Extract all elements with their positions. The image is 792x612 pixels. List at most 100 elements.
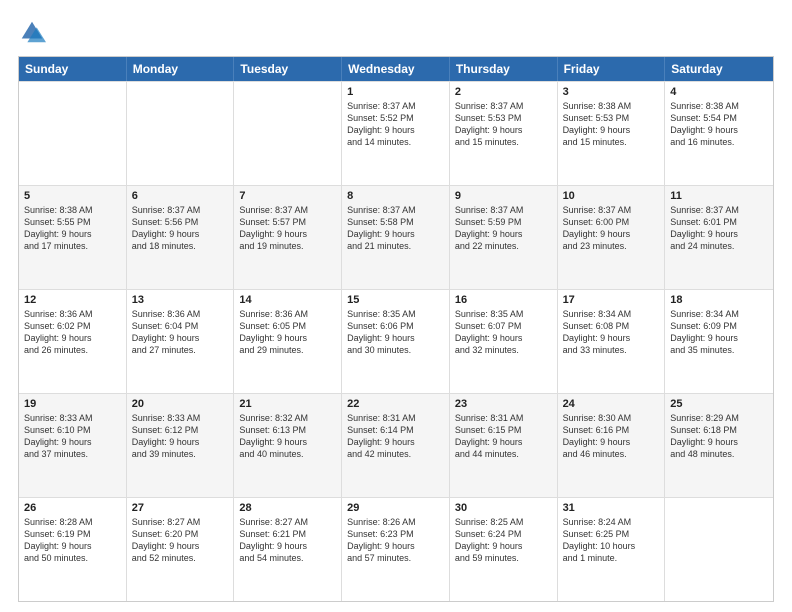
day-info: Sunrise: 8:37 AM Sunset: 5:53 PM Dayligh… [455, 100, 552, 149]
day-info: Sunrise: 8:33 AM Sunset: 6:10 PM Dayligh… [24, 412, 121, 461]
logo-icon [18, 18, 46, 46]
day-info: Sunrise: 8:37 AM Sunset: 5:52 PM Dayligh… [347, 100, 444, 149]
calendar-row: 19 Sunrise: 8:33 AM Sunset: 6:10 PM Dayli… [19, 393, 773, 497]
day-number: 18 [670, 294, 768, 306]
calendar-day-cell: 30 Sunrise: 8:25 AM Sunset: 6:24 PM Dayli… [450, 498, 558, 601]
day-info: Sunrise: 8:29 AM Sunset: 6:18 PM Dayligh… [670, 412, 768, 461]
day-number: 29 [347, 502, 444, 514]
day-number: 7 [239, 190, 336, 202]
day-number: 21 [239, 398, 336, 410]
calendar-row: 26 Sunrise: 8:28 AM Sunset: 6:19 PM Dayli… [19, 497, 773, 601]
day-number: 30 [455, 502, 552, 514]
day-number: 14 [239, 294, 336, 306]
calendar-day-cell: 28 Sunrise: 8:27 AM Sunset: 6:21 PM Dayli… [234, 498, 342, 601]
day-number: 6 [132, 190, 229, 202]
day-info: Sunrise: 8:28 AM Sunset: 6:19 PM Dayligh… [24, 516, 121, 565]
day-info: Sunrise: 8:27 AM Sunset: 6:21 PM Dayligh… [239, 516, 336, 565]
day-number: 3 [563, 86, 660, 98]
day-info: Sunrise: 8:36 AM Sunset: 6:02 PM Dayligh… [24, 308, 121, 357]
calendar-day-cell: 20 Sunrise: 8:33 AM Sunset: 6:12 PM Dayli… [127, 394, 235, 497]
calendar-empty-cell [19, 82, 127, 185]
day-info: Sunrise: 8:36 AM Sunset: 6:04 PM Dayligh… [132, 308, 229, 357]
day-number: 25 [670, 398, 768, 410]
calendar-empty-cell [127, 82, 235, 185]
calendar-day-cell: 18 Sunrise: 8:34 AM Sunset: 6:09 PM Dayli… [665, 290, 773, 393]
day-info: Sunrise: 8:37 AM Sunset: 5:59 PM Dayligh… [455, 204, 552, 253]
day-info: Sunrise: 8:36 AM Sunset: 6:05 PM Dayligh… [239, 308, 336, 357]
day-number: 22 [347, 398, 444, 410]
day-info: Sunrise: 8:35 AM Sunset: 6:06 PM Dayligh… [347, 308, 444, 357]
calendar: SundayMondayTuesdayWednesdayThursdayFrid… [18, 56, 774, 602]
calendar-empty-cell [665, 498, 773, 601]
day-info: Sunrise: 8:37 AM Sunset: 5:57 PM Dayligh… [239, 204, 336, 253]
calendar-day-cell: 13 Sunrise: 8:36 AM Sunset: 6:04 PM Dayli… [127, 290, 235, 393]
day-number: 20 [132, 398, 229, 410]
calendar-day-cell: 26 Sunrise: 8:28 AM Sunset: 6:19 PM Dayli… [19, 498, 127, 601]
calendar-row: 5 Sunrise: 8:38 AM Sunset: 5:55 PM Daylig… [19, 185, 773, 289]
calendar-day-cell: 4Sunrise: 8:38 AM Sunset: 5:54 PM Daylig… [665, 82, 773, 185]
day-number: 26 [24, 502, 121, 514]
day-number: 19 [24, 398, 121, 410]
day-number: 10 [563, 190, 660, 202]
day-number: 13 [132, 294, 229, 306]
calendar-day-cell: 12Sunrise: 8:36 AM Sunset: 6:02 PM Dayli… [19, 290, 127, 393]
calendar-day-cell: 17 Sunrise: 8:34 AM Sunset: 6:08 PM Dayli… [558, 290, 666, 393]
calendar-day-cell: 21 Sunrise: 8:32 AM Sunset: 6:13 PM Dayli… [234, 394, 342, 497]
calendar-row: 12Sunrise: 8:36 AM Sunset: 6:02 PM Dayli… [19, 289, 773, 393]
day-info: Sunrise: 8:31 AM Sunset: 6:15 PM Dayligh… [455, 412, 552, 461]
day-info: Sunrise: 8:30 AM Sunset: 6:16 PM Dayligh… [563, 412, 660, 461]
day-info: Sunrise: 8:31 AM Sunset: 6:14 PM Dayligh… [347, 412, 444, 461]
calendar-day-cell: 9 Sunrise: 8:37 AM Sunset: 5:59 PM Daylig… [450, 186, 558, 289]
day-info: Sunrise: 8:34 AM Sunset: 6:09 PM Dayligh… [670, 308, 768, 357]
calendar-day-cell: 6 Sunrise: 8:37 AM Sunset: 5:56 PM Daylig… [127, 186, 235, 289]
calendar-day-cell: 29 Sunrise: 8:26 AM Sunset: 6:23 PM Dayli… [342, 498, 450, 601]
calendar-row: 1Sunrise: 8:37 AM Sunset: 5:52 PM Daylig… [19, 81, 773, 185]
weekday-header: Friday [558, 57, 666, 81]
day-info: Sunrise: 8:26 AM Sunset: 6:23 PM Dayligh… [347, 516, 444, 565]
day-number: 5 [24, 190, 121, 202]
weekday-header: Sunday [19, 57, 127, 81]
day-info: Sunrise: 8:27 AM Sunset: 6:20 PM Dayligh… [132, 516, 229, 565]
calendar-day-cell: 19 Sunrise: 8:33 AM Sunset: 6:10 PM Dayli… [19, 394, 127, 497]
day-info: Sunrise: 8:25 AM Sunset: 6:24 PM Dayligh… [455, 516, 552, 565]
calendar-day-cell: 25 Sunrise: 8:29 AM Sunset: 6:18 PM Dayli… [665, 394, 773, 497]
weekday-header: Thursday [450, 57, 558, 81]
day-info: Sunrise: 8:38 AM Sunset: 5:53 PM Dayligh… [563, 100, 660, 149]
day-number: 11 [670, 190, 768, 202]
day-info: Sunrise: 8:32 AM Sunset: 6:13 PM Dayligh… [239, 412, 336, 461]
calendar-day-cell: 2 Sunrise: 8:37 AM Sunset: 5:53 PM Daylig… [450, 82, 558, 185]
calendar-day-cell: 23 Sunrise: 8:31 AM Sunset: 6:15 PM Dayli… [450, 394, 558, 497]
day-info: Sunrise: 8:34 AM Sunset: 6:08 PM Dayligh… [563, 308, 660, 357]
calendar-day-cell: 3 Sunrise: 8:38 AM Sunset: 5:53 PM Daylig… [558, 82, 666, 185]
day-number: 8 [347, 190, 444, 202]
calendar-day-cell: 27 Sunrise: 8:27 AM Sunset: 6:20 PM Dayli… [127, 498, 235, 601]
logo [18, 18, 50, 46]
weekday-header: Tuesday [234, 57, 342, 81]
day-info: Sunrise: 8:37 AM Sunset: 5:58 PM Dayligh… [347, 204, 444, 253]
day-info: Sunrise: 8:37 AM Sunset: 6:00 PM Dayligh… [563, 204, 660, 253]
calendar-day-cell: 8 Sunrise: 8:37 AM Sunset: 5:58 PM Daylig… [342, 186, 450, 289]
page-header [18, 18, 774, 46]
day-number: 9 [455, 190, 552, 202]
weekday-header: Monday [127, 57, 235, 81]
day-info: Sunrise: 8:38 AM Sunset: 5:54 PM Dayligh… [670, 100, 768, 149]
calendar-day-cell: 1Sunrise: 8:37 AM Sunset: 5:52 PM Daylig… [342, 82, 450, 185]
day-number: 17 [563, 294, 660, 306]
day-info: Sunrise: 8:37 AM Sunset: 5:56 PM Dayligh… [132, 204, 229, 253]
day-number: 27 [132, 502, 229, 514]
calendar-day-cell: 10 Sunrise: 8:37 AM Sunset: 6:00 PM Dayli… [558, 186, 666, 289]
calendar-day-cell: 11Sunrise: 8:37 AM Sunset: 6:01 PM Dayli… [665, 186, 773, 289]
day-number: 2 [455, 86, 552, 98]
calendar-day-cell: 22 Sunrise: 8:31 AM Sunset: 6:14 PM Dayli… [342, 394, 450, 497]
calendar-body: 1Sunrise: 8:37 AM Sunset: 5:52 PM Daylig… [19, 81, 773, 601]
day-number: 28 [239, 502, 336, 514]
calendar-day-cell: 16Sunrise: 8:35 AM Sunset: 6:07 PM Dayli… [450, 290, 558, 393]
day-number: 31 [563, 502, 660, 514]
day-info: Sunrise: 8:33 AM Sunset: 6:12 PM Dayligh… [132, 412, 229, 461]
calendar-day-cell: 5 Sunrise: 8:38 AM Sunset: 5:55 PM Daylig… [19, 186, 127, 289]
day-number: 23 [455, 398, 552, 410]
day-number: 16 [455, 294, 552, 306]
calendar-page: SundayMondayTuesdayWednesdayThursdayFrid… [0, 0, 792, 612]
calendar-header: SundayMondayTuesdayWednesdayThursdayFrid… [19, 57, 773, 81]
day-info: Sunrise: 8:38 AM Sunset: 5:55 PM Dayligh… [24, 204, 121, 253]
